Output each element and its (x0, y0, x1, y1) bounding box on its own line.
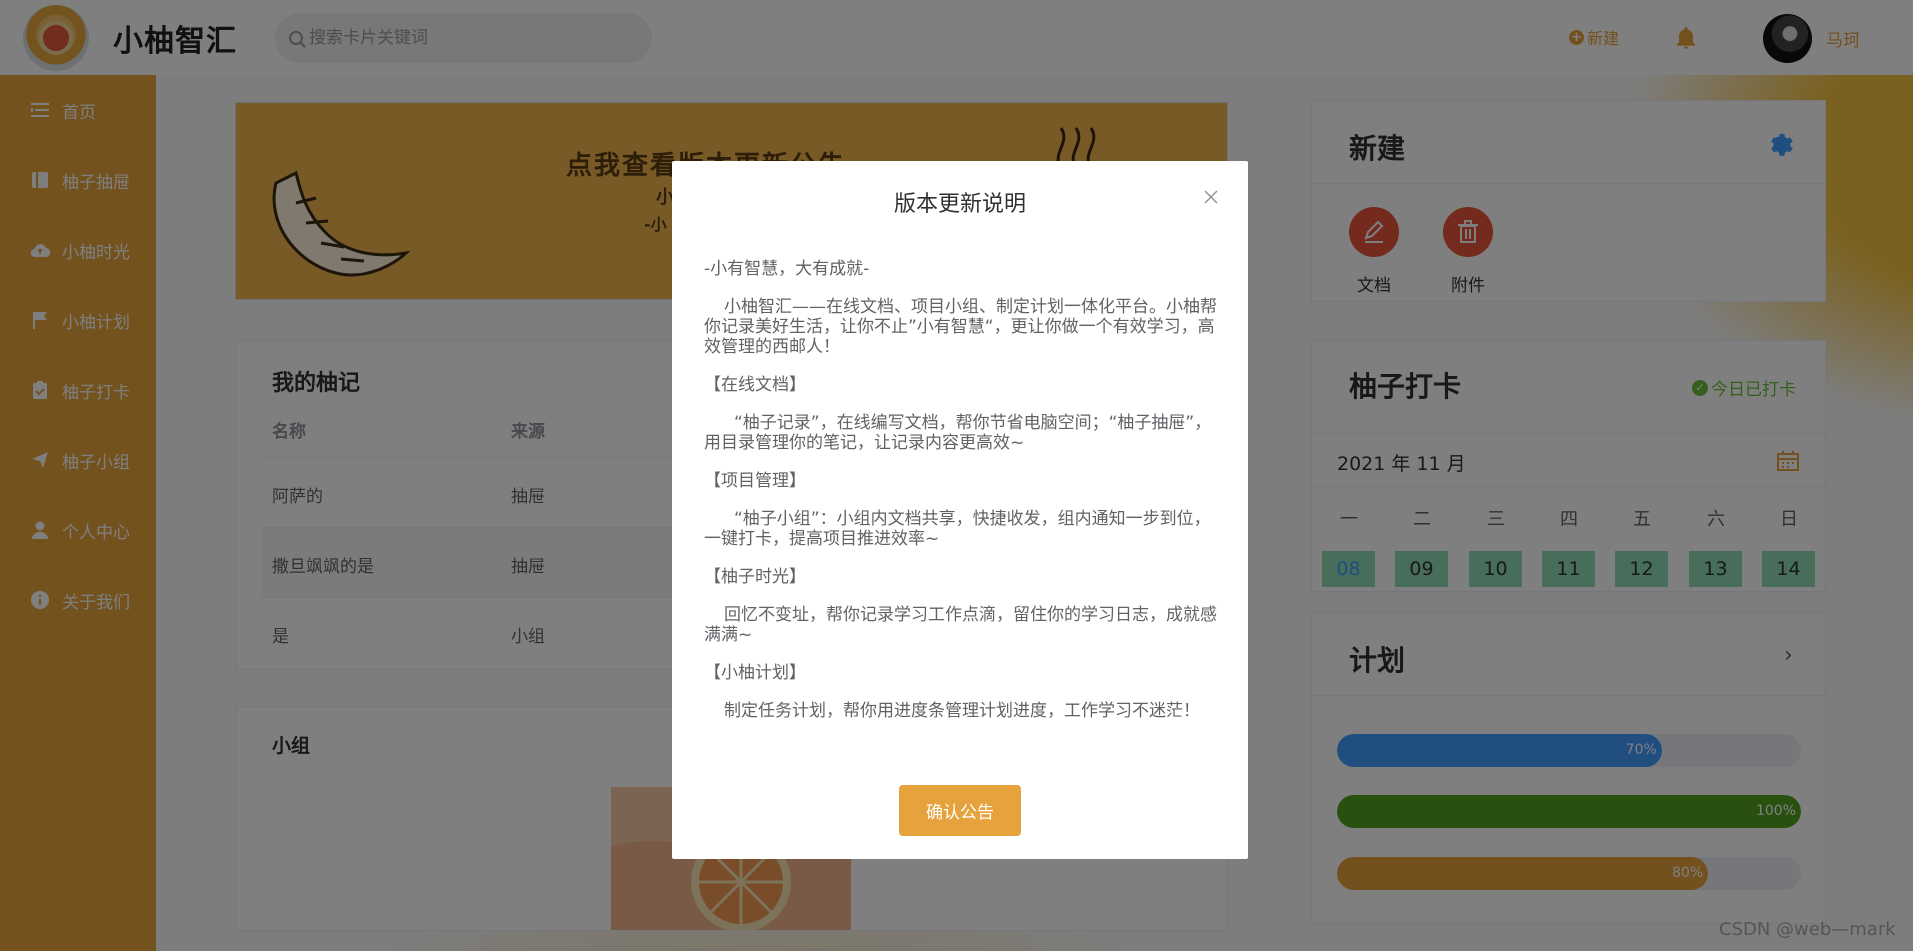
dialog-slogan: -小有智慧，大有成就- (704, 259, 870, 279)
section-heading: 【小柚计划】 (704, 663, 806, 683)
close-icon[interactable] (1202, 188, 1220, 206)
watermark: CSDN @web—mark (1719, 919, 1896, 940)
dialog-intro: 小柚智汇——在线文档、项目小组、制定计划一体化平台。小柚帮你记录美好生活，让你不… (704, 297, 1217, 357)
section-text: “柚子记录”，在线编写文档，帮你节省电脑空间；“柚子抽屉”，用目录管理你的笔记，… (704, 413, 1212, 453)
section-heading: 【在线文档】 (704, 375, 806, 395)
dialog-body: -小有智慧，大有成就- 小柚智汇——在线文档、项目小组、制定计划一体化平台。小柚… (704, 259, 1222, 739)
section-text: 制定任务计划，帮你用进度条管理计划进度，工作学习不迷茫！ (724, 701, 1200, 721)
section-heading: 【项目管理】 (704, 471, 806, 491)
confirm-announcement-button[interactable]: 确认公告 (899, 785, 1021, 836)
dialog-title: 版本更新说明 (893, 192, 1026, 217)
update-notes-dialog: 版本更新说明 -小有智慧，大有成就- 小柚智汇——在线文档、项目小组、制定计划一… (672, 161, 1248, 859)
section-heading: 【柚子时光】 (704, 567, 806, 587)
section-text: 回忆不变址，帮你记录学习工作点滴，留住你的学习日志，成就感满满~ (704, 605, 1217, 645)
section-text: “柚子小组”：小组内文档共享，快捷收发，组内通知一步到位，一键打卡，提高项目推进… (704, 509, 1211, 549)
